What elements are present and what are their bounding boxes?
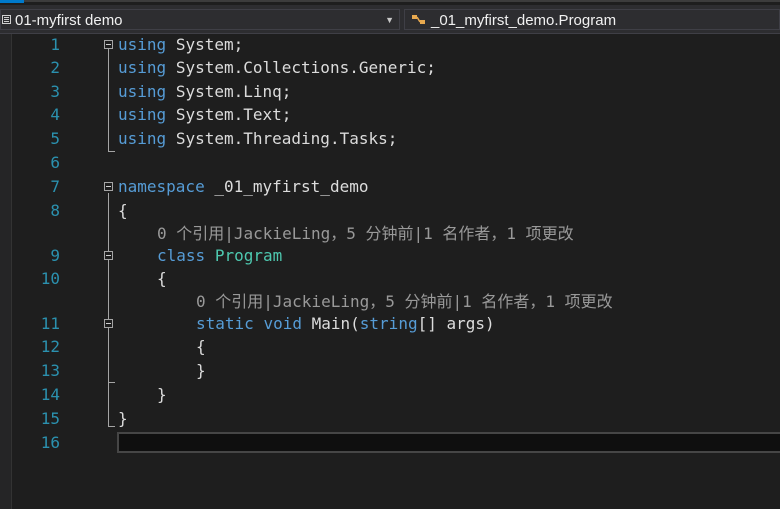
outline-guide (108, 426, 115, 427)
code-line[interactable]: } (196, 360, 206, 382)
line-number: 5 (50, 129, 60, 148)
code-line[interactable]: class Program (157, 245, 282, 267)
code-line[interactable]: namespace _01_myfirst_demo (118, 176, 368, 198)
document-tab-strip (0, 0, 780, 3)
line-number: 16 (40, 433, 60, 452)
code-line[interactable]: { (196, 336, 206, 358)
keyword: static (196, 314, 254, 333)
code-line[interactable]: using System.Threading.Tasks; (118, 128, 397, 150)
line-number: 1 (50, 35, 60, 54)
line-number: 6 (50, 153, 60, 172)
brace: } (118, 409, 128, 428)
keyword: using (118, 105, 167, 124)
code-editor[interactable]: 1 2 3 4 5 6 7 8 9 10 11 12 13 14 15 16 u… (0, 34, 780, 509)
code-line[interactable]: } (157, 384, 167, 406)
collapse-icon[interactable] (104, 40, 113, 49)
codelens-method[interactable]: 0 个引用|JackieLing，5 分钟前|1 名作者，1 项更改 (196, 291, 613, 313)
brace: } (196, 361, 206, 380)
namespace-ref: System.Linq; (175, 82, 292, 101)
keyword: using (118, 82, 167, 101)
method-name: Main( (311, 314, 360, 333)
collapse-icon[interactable] (104, 251, 113, 260)
namespace-ref: System.Collections.Generic; (175, 58, 436, 77)
project-icon (2, 15, 11, 24)
code-line[interactable]: using System.Collections.Generic; (118, 57, 436, 79)
indicator-margin (0, 34, 12, 509)
active-tab-edge[interactable] (0, 0, 24, 3)
line-number: 3 (50, 82, 60, 101)
keyword: using (118, 35, 167, 54)
code-line[interactable]: static void Main(string[] args) (196, 313, 495, 335)
brace: { (118, 201, 128, 220)
outline-guide (108, 151, 115, 152)
line-number: 11 (40, 314, 60, 333)
outline-guide (108, 382, 115, 383)
code-line[interactable]: { (157, 268, 167, 290)
class-path: _01_myfirst_demo.Program (431, 12, 617, 29)
outline-guide (108, 193, 109, 426)
keyword: using (118, 58, 167, 77)
line-number: 12 (40, 337, 60, 356)
namespace-ref: System.Text; (175, 105, 292, 124)
code-line[interactable]: using System.Linq; (118, 81, 291, 103)
line-number: 9 (50, 246, 60, 265)
line-number: 14 (40, 385, 60, 404)
line-number: 13 (40, 361, 60, 380)
keyword: string (359, 314, 418, 333)
line-number: 8 (50, 201, 60, 220)
code-line[interactable]: } (118, 408, 128, 430)
keyword: using (118, 129, 167, 148)
class-dropdown[interactable]: _01_myfirst_demo.Program (404, 9, 780, 30)
line-number: 10 (40, 269, 60, 288)
line-number: 2 (50, 58, 60, 77)
keyword: void (263, 314, 302, 333)
brace: { (157, 269, 167, 288)
method-params: [] args) (417, 314, 495, 333)
class-name: Program (214, 246, 283, 265)
code-line[interactable]: using System.Text; (118, 104, 291, 126)
class-icon (412, 15, 425, 24)
brace: } (157, 385, 167, 404)
line-number: 4 (50, 105, 60, 124)
codelens-class[interactable]: 0 个引用|JackieLing，5 分钟前|1 名作者，1 项更改 (157, 223, 574, 245)
code-line[interactable]: { (118, 200, 128, 222)
collapse-icon[interactable] (104, 319, 113, 328)
namespace-ref: System.Threading.Tasks; (175, 129, 398, 148)
brace: { (196, 337, 206, 356)
keyword: namespace (118, 177, 205, 196)
line-number: 15 (40, 409, 60, 428)
namespace-ref: System; (175, 35, 244, 54)
navigation-bar: 01-myfirst demo ▼ _01_myfirst_demo.Progr… (0, 5, 780, 34)
keyword: class (157, 246, 206, 265)
collapse-icon[interactable] (104, 182, 113, 191)
outline-guide (108, 49, 109, 152)
current-line-highlight[interactable] (117, 432, 780, 453)
project-dropdown[interactable]: 01-myfirst demo ▼ (0, 9, 400, 30)
namespace-name: _01_myfirst_demo (214, 177, 369, 196)
project-name: 01-myfirst demo (15, 12, 123, 29)
dropdown-arrow-icon[interactable]: ▼ (385, 10, 394, 31)
code-line[interactable]: using System; (118, 34, 243, 56)
line-number: 7 (50, 177, 60, 196)
